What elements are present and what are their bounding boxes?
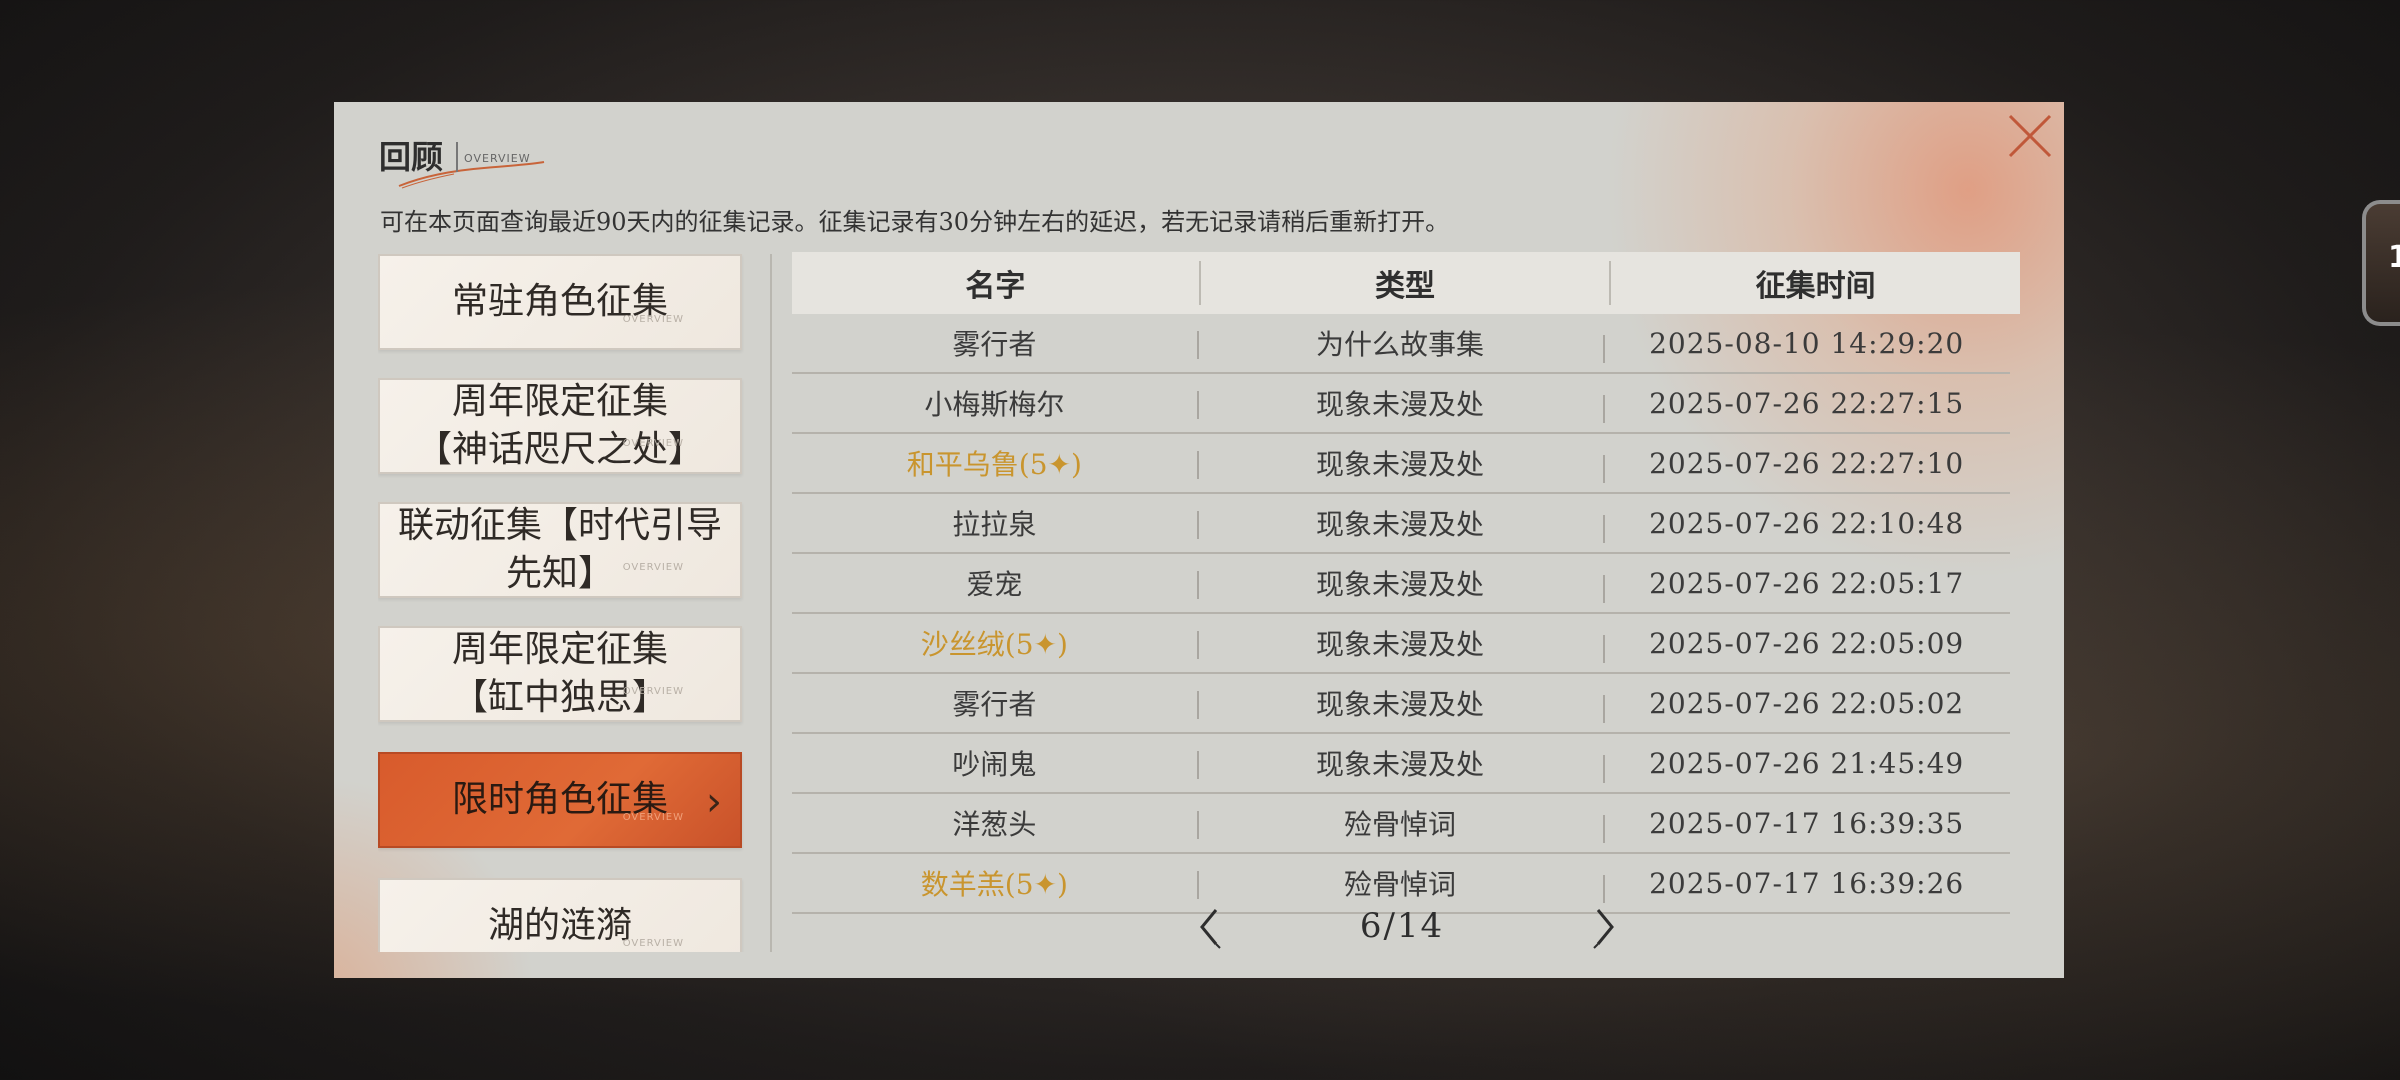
header-name: 名字: [965, 269, 1026, 304]
side-badge: 1: [2388, 240, 2400, 275]
row-name: 雾行者: [952, 688, 1037, 721]
banner-tab-4[interactable]: 限时角色征集 OVERVIEW ›: [378, 752, 742, 848]
banner-tab-5[interactable]: 湖的涟漪 OVERVIEW: [378, 878, 742, 952]
banner-tab-0[interactable]: 常驻角色征集 OVERVIEW: [378, 254, 742, 350]
row-name: 沙丝绒(5✦): [920, 628, 1068, 661]
row-time: 2025-07-26 22:27:15: [1603, 387, 2010, 423]
banner-tab-3[interactable]: 周年限定征集 【缸中独思】 OVERVIEW: [378, 626, 742, 722]
row-name: 拉拉泉: [952, 508, 1037, 541]
banner-tab-list[interactable]: 常驻角色征集 OVERVIEW 周年限定征集 【神话咫尺之处】 OVERVIEW 联动征…: [378, 254, 750, 952]
page-indicator: 6/14: [1359, 906, 1445, 946]
row-name: 洋葱头: [952, 808, 1037, 841]
table-row: 吵闹鬼 现象未漫及处 2025-07-26 21:45:49: [792, 734, 2010, 794]
tab-watermark: OVERVIEW: [622, 686, 684, 697]
banner-tab-label: 湖的涟漪: [487, 905, 632, 946]
row-type: 现象未漫及处: [1196, 383, 1604, 423]
table-body: 雾行者 为什么故事集 2025-08-10 14:29:20 小梅斯梅尔 现象未漫及处 2…: [792, 314, 2020, 914]
dialog-subtitle: OVERVIEW: [464, 152, 531, 165]
row-type: 殓骨悼词: [1196, 803, 1604, 843]
row-name: 吵闹鬼: [952, 748, 1037, 781]
table-row: 洋葱头 殓骨悼词 2025-07-17 16:39:35: [792, 794, 2010, 854]
next-page-icon[interactable]: [1586, 902, 1622, 952]
tab-watermark: OVERVIEW: [622, 812, 684, 823]
table-row: 爱宠 现象未漫及处 2025-07-26 22:05:17: [792, 554, 2010, 614]
row-type: 现象未漫及处: [1196, 743, 1604, 783]
info-text: 可在本页面查询最近90天内的征集记录。征集记录有30分钟左右的延迟，若无记录请稍…: [380, 208, 1450, 236]
row-time: 2025-07-26 21:45:49: [1603, 747, 2010, 783]
row-time: 2025-07-26 22:10:48: [1603, 507, 2010, 543]
table-row: 和平乌鲁(5✦) 现象未漫及处 2025-07-26 22:27:10: [792, 434, 2010, 494]
row-time: 2025-07-17 16:39:35: [1603, 807, 2010, 843]
header-time: 征集时间: [1609, 261, 2020, 305]
row-time: 2025-07-26 22:05:02: [1603, 687, 2010, 723]
row-name: 和平乌鲁(5✦): [906, 448, 1082, 481]
prev-page-icon[interactable]: [1192, 902, 1228, 952]
side-avatar[interactable]: 1: [2362, 200, 2400, 326]
history-table: 名字 类型 征集时间 雾行者 为什么故事集 2025-08-10 14:29:20 小…: [792, 252, 2020, 914]
tab-watermark: OVERVIEW: [622, 314, 684, 325]
row-time: 2025-07-26 22:05:09: [1603, 627, 2010, 663]
tab-watermark: OVERVIEW: [622, 438, 684, 449]
row-time: 2025-07-17 16:39:26: [1603, 867, 2010, 903]
overview-dialog: 回顾 OVERVIEW 可在本页面查询最近90天内的征集记录。征集记录有30分钟…: [334, 102, 2064, 978]
table-row: 沙丝绒(5✦) 现象未漫及处 2025-07-26 22:05:09: [792, 614, 2010, 674]
pagination: 6/14: [792, 902, 2020, 962]
vertical-divider: [770, 254, 772, 952]
row-type: 现象未漫及处: [1196, 503, 1604, 543]
row-name: 小梅斯梅尔: [924, 388, 1065, 421]
banner-tab-2[interactable]: 联动征集【时代引导 先知】 OVERVIEW: [378, 502, 742, 598]
row-name: 爱宠: [966, 568, 1023, 601]
table-row: 雾行者 现象未漫及处 2025-07-26 22:05:02: [792, 674, 2010, 734]
row-time: 2025-08-10 14:29:20: [1603, 327, 2010, 363]
table-header: 名字 类型 征集时间: [792, 252, 2020, 314]
close-icon[interactable]: [2004, 110, 2056, 162]
tab-watermark: OVERVIEW: [622, 562, 684, 573]
tab-watermark: OVERVIEW: [622, 938, 684, 949]
banner-tab-1[interactable]: 周年限定征集 【神话咫尺之处】 OVERVIEW: [378, 378, 742, 474]
row-type: 为什么故事集: [1196, 323, 1604, 363]
table-row: 拉拉泉 现象未漫及处 2025-07-26 22:10:48: [792, 494, 2010, 554]
chevron-right-icon: ›: [706, 779, 722, 825]
row-time: 2025-07-26 22:05:17: [1603, 567, 2010, 603]
row-time: 2025-07-26 22:27:10: [1603, 447, 2010, 483]
row-type: 现象未漫及处: [1196, 563, 1604, 603]
table-row: 小梅斯梅尔 现象未漫及处 2025-07-26 22:27:15: [792, 374, 2010, 434]
table-row: 雾行者 为什么故事集 2025-08-10 14:29:20: [792, 314, 2010, 374]
row-name: 雾行者: [952, 328, 1037, 361]
row-name: 数羊羔(5✦): [920, 868, 1068, 901]
header-type: 类型: [1198, 261, 1610, 305]
row-type: 现象未漫及处: [1196, 683, 1604, 723]
row-type: 现象未漫及处: [1196, 443, 1604, 483]
dialog-title: 回顾: [379, 138, 444, 176]
title-separator: [456, 142, 458, 172]
row-type: 现象未漫及处: [1196, 623, 1604, 663]
row-type: 殓骨悼词: [1196, 863, 1604, 903]
